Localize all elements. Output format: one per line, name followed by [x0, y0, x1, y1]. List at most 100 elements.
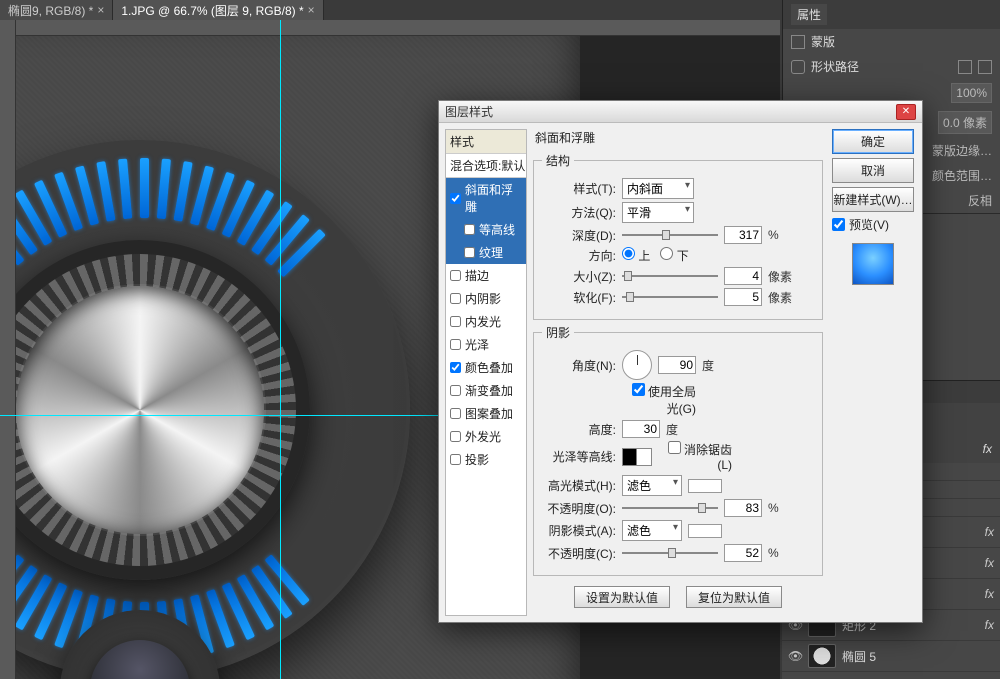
style-texture[interactable]: 纹理: [446, 241, 526, 264]
shadow-color-swatch[interactable]: [688, 524, 722, 538]
gradoverlay-checkbox[interactable]: [450, 385, 461, 396]
altitude-label: 高度:: [542, 421, 616, 438]
reset-default-button[interactable]: 复位为默认值: [686, 586, 782, 608]
mask-edge-button[interactable]: 蒙版边缘…: [932, 142, 992, 159]
fx-badge[interactable]: fx: [985, 556, 994, 570]
outerglow-checkbox[interactable]: [450, 431, 461, 442]
shadow-opacity-label: 不透明度(C):: [542, 545, 616, 562]
close-icon[interactable]: ×: [97, 3, 104, 17]
ok-button[interactable]: 确定: [832, 129, 914, 154]
dialog-titlebar[interactable]: 图层样式 ✕: [439, 101, 922, 123]
direction-up[interactable]: 上: [622, 247, 650, 264]
pattoverlay-checkbox[interactable]: [450, 408, 461, 419]
depth-slider[interactable]: [622, 231, 718, 239]
document-tab-2[interactable]: 1.JPG @ 66.7% (图层 9, RGB/8) * ×: [113, 0, 323, 20]
make-default-button[interactable]: 设置为默认值: [574, 586, 670, 608]
contour-checkbox[interactable]: [464, 224, 475, 235]
style-contour[interactable]: 等高线: [446, 218, 526, 241]
shadow-opacity-value[interactable]: 52: [724, 544, 762, 562]
direction-down[interactable]: 下: [660, 247, 688, 264]
stroke-checkbox[interactable]: [450, 270, 461, 281]
altitude-value[interactable]: 30: [622, 420, 660, 438]
layer-row[interactable]: 👁 椭圆 5: [782, 641, 1000, 672]
coloroverlay-checkbox[interactable]: [450, 362, 461, 373]
innerglow-checkbox[interactable]: [450, 316, 461, 327]
satin-checkbox[interactable]: [450, 339, 461, 350]
close-icon[interactable]: ×: [308, 3, 315, 17]
angle-dial[interactable]: [622, 350, 652, 380]
style-stroke[interactable]: 描边: [446, 264, 526, 287]
style-outer-glow[interactable]: 外发光: [446, 425, 526, 448]
style-pattern-overlay[interactable]: 图案叠加: [446, 402, 526, 425]
visibility-toggle[interactable]: 👁: [788, 649, 802, 663]
layer-name[interactable]: 椭圆 5: [842, 648, 876, 665]
styles-header: 样式: [446, 130, 526, 154]
size-value[interactable]: 4: [724, 267, 762, 285]
pixel-mask-icon[interactable]: [978, 60, 992, 74]
style-inner-glow[interactable]: 内发光: [446, 310, 526, 333]
style-select[interactable]: 内斜面: [622, 178, 694, 199]
document-tab-1-label: 椭圆9, RGB/8) *: [8, 2, 93, 19]
texture-checkbox[interactable]: [464, 247, 475, 258]
document-tab-1[interactable]: 椭圆9, RGB/8) * ×: [0, 0, 113, 20]
knob-artwork: [0, 140, 410, 679]
guide-vertical[interactable]: [280, 20, 281, 679]
style-drop-shadow[interactable]: 投影: [446, 448, 526, 471]
mask-density-value[interactable]: 100%: [951, 83, 992, 103]
style-gradient-overlay[interactable]: 渐变叠加: [446, 379, 526, 402]
antialias[interactable]: 消除锯齿(L): [658, 441, 732, 472]
properties-tab[interactable]: 属性: [791, 4, 827, 25]
fx-badge[interactable]: fx: [985, 618, 994, 632]
shadow-opacity-slider[interactable]: [622, 549, 718, 557]
style-satin[interactable]: 光泽: [446, 333, 526, 356]
highlight-mode-label: 高光模式(H):: [542, 477, 616, 494]
layer-style-dialog: 图层样式 ✕ 样式 混合选项:默认 斜面和浮雕 等高线 纹理 描边 内阴影 内发…: [438, 100, 923, 623]
deg-unit: 度: [666, 421, 686, 438]
new-style-button[interactable]: 新建样式(W)…: [832, 187, 914, 212]
ruler-vertical[interactable]: [0, 20, 16, 679]
close-icon[interactable]: ✕: [896, 104, 916, 120]
innershadow-checkbox[interactable]: [450, 293, 461, 304]
gloss-contour-picker[interactable]: [622, 448, 652, 466]
invert-button[interactable]: 反相: [968, 192, 992, 209]
style-color-overlay[interactable]: 颜色叠加: [446, 356, 526, 379]
deg-unit: 度: [702, 357, 722, 374]
highlight-opacity-slider[interactable]: [622, 504, 718, 512]
preview-swatch: [852, 243, 894, 285]
depth-value[interactable]: 317: [724, 226, 762, 244]
size-slider[interactable]: [622, 272, 718, 280]
preview-checkbox[interactable]: [832, 218, 845, 231]
global-light-checkbox[interactable]: [632, 383, 645, 396]
cancel-button[interactable]: 取消: [832, 158, 914, 183]
style-bevel-emboss[interactable]: 斜面和浮雕: [446, 178, 526, 218]
blending-options[interactable]: 混合选项:默认: [446, 154, 526, 178]
angle-value[interactable]: 90: [658, 356, 696, 374]
dropshadow-checkbox[interactable]: [450, 454, 461, 465]
vector-mask-icon[interactable]: [958, 60, 972, 74]
fx-badge[interactable]: fx: [985, 525, 994, 539]
fx-badge[interactable]: fx: [985, 587, 994, 601]
antialias-checkbox[interactable]: [668, 441, 681, 454]
styles-list: 样式 混合选项:默认 斜面和浮雕 等高线 纹理 描边 内阴影 内发光 光泽 颜色…: [445, 129, 527, 616]
bevel-checkbox[interactable]: [450, 193, 461, 204]
soften-value[interactable]: 5: [724, 288, 762, 306]
layer-fx-indicator[interactable]: fx: [983, 442, 992, 456]
highlight-mode-select[interactable]: 滤色: [622, 475, 682, 496]
preview-toggle[interactable]: 预览(V): [832, 216, 914, 233]
dir-down-radio[interactable]: [660, 247, 673, 260]
mask-feather-value[interactable]: 0.0 像素: [938, 111, 992, 134]
ruler-horizontal[interactable]: [0, 20, 780, 36]
global-light[interactable]: 使用全局光(G): [622, 383, 696, 417]
gloss-contour-label: 光泽等高线:: [542, 448, 616, 465]
highlight-color-swatch[interactable]: [688, 479, 722, 493]
pct-unit: %: [768, 546, 788, 560]
technique-label: 方法(Q):: [542, 204, 616, 221]
shape-path-icon: [791, 60, 805, 74]
color-range-button[interactable]: 颜色范围…: [932, 167, 992, 184]
dir-up-radio[interactable]: [622, 247, 635, 260]
technique-select[interactable]: 平滑: [622, 202, 694, 223]
style-inner-shadow[interactable]: 内阴影: [446, 287, 526, 310]
highlight-opacity-value[interactable]: 83: [724, 499, 762, 517]
soften-slider[interactable]: [622, 293, 718, 301]
shadow-mode-select[interactable]: 滤色: [622, 520, 682, 541]
